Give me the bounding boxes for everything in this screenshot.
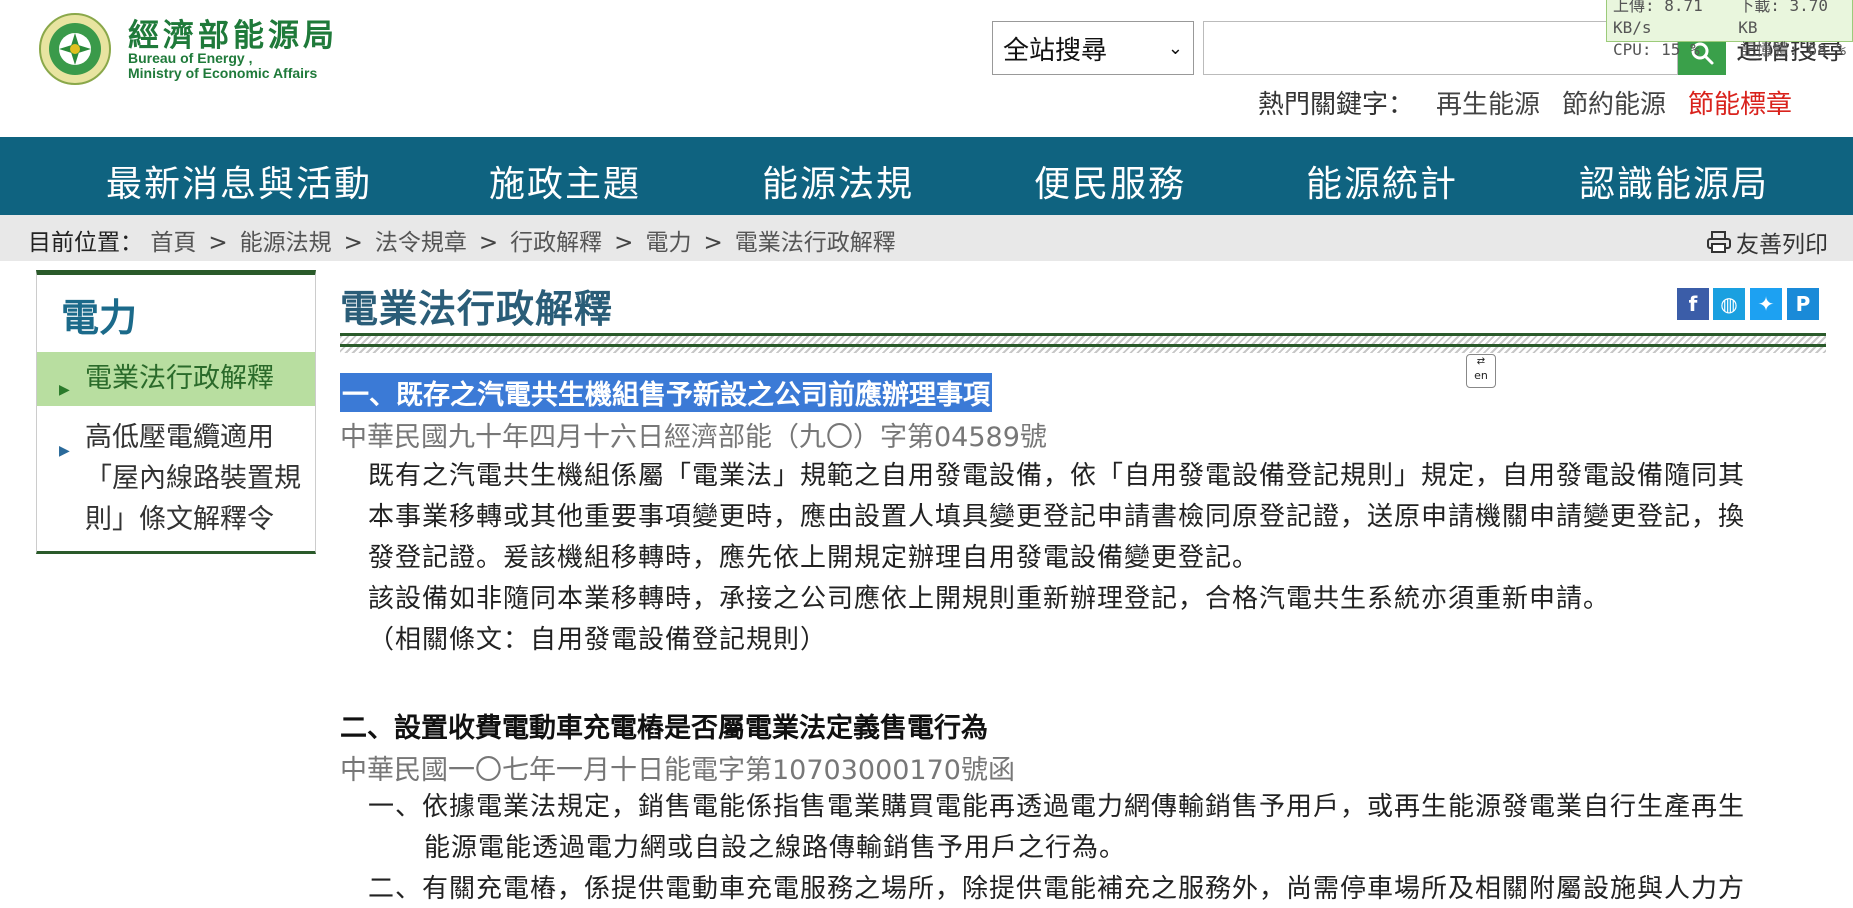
breadcrumb-link[interactable]: 能源法規 bbox=[240, 230, 332, 256]
breadcrumb-separator: > bbox=[343, 230, 363, 256]
nav-item-about[interactable]: 認識能源局 bbox=[1579, 155, 1769, 207]
breadcrumb-separator: > bbox=[703, 230, 723, 256]
section-paragraph-line: 一、依據電業法規定，銷售電能係指售電業購買電能再透過電力網傳輸銷售予用戶，或再生… bbox=[368, 792, 1746, 822]
logo-english-line1: Bureau of Energy , bbox=[128, 50, 253, 66]
page-title: 電業法行政解釋 bbox=[340, 287, 614, 331]
printer-icon bbox=[1707, 231, 1731, 253]
sidebar-item-electricity-act[interactable]: ▶ 電業法行政解釋 bbox=[37, 352, 315, 406]
hot-keyword-link[interactable]: 再生能源 bbox=[1436, 84, 1540, 121]
translate-icon[interactable]: ⇄ en bbox=[1466, 354, 1496, 388]
section-paragraph-line: 能源電能透過電力網或自設之線路傳輸銷售予用戶之行為。 bbox=[424, 833, 1127, 863]
sidebar-title: 電力 bbox=[61, 296, 138, 340]
hot-keyword-link[interactable]: 節約能源 bbox=[1562, 84, 1666, 121]
search-scope-value: 全站搜尋 bbox=[1003, 35, 1108, 66]
search-scope-select[interactable]: 全站搜尋 ⌄ bbox=[992, 21, 1194, 75]
nav-item-statistics[interactable]: 能源統計 bbox=[1306, 155, 1458, 207]
translate-icon-label: en bbox=[1474, 369, 1488, 382]
download-rate: 下載: 3.70 KB bbox=[1738, 0, 1829, 37]
section-paragraph-line: （相關條文：自用發電設備登記規則） bbox=[368, 625, 828, 655]
section-title: 二、設置收費電動車充電樁是否屬電業法定義售電行為 bbox=[340, 713, 988, 744]
line-share-button[interactable]: ◍ bbox=[1713, 288, 1745, 320]
breadcrumb-link-home[interactable]: 首頁 bbox=[150, 230, 196, 256]
facebook-icon: f bbox=[1688, 292, 1698, 316]
section-date: 中華民國一〇七年一月十日能電字第10703000170號函 bbox=[340, 755, 1015, 786]
breadcrumb-separator: > bbox=[208, 230, 228, 256]
main-nav: 最新消息與活動 施政主題 能源法規 便民服務 能源統計 認識能源局 bbox=[0, 137, 1853, 215]
plurk-share-button[interactable]: P bbox=[1787, 288, 1819, 320]
sidebar: 電力 ▶ 電業法行政解釋 ▶ 高低壓電纜適用 「屋內線路裝置規 則」條文解釋令 bbox=[36, 270, 316, 554]
twitter-icon: ✦ bbox=[1757, 292, 1775, 316]
cpu-usage: CPU: 15 % bbox=[1613, 40, 1700, 59]
sidebar-item-label-line: 「屋內線路裝置規 bbox=[85, 463, 301, 494]
breadcrumb-link[interactable]: 電力 bbox=[645, 230, 691, 256]
section-title: 一、既存之汽電共生機組售予新設之公司前應辦理事項 bbox=[340, 373, 992, 412]
nav-item-services[interactable]: 便民服務 bbox=[1034, 155, 1186, 207]
sidebar-item-label-line: 高低壓電纜適用 bbox=[85, 422, 274, 453]
site-header: 經濟部能源局 Bureau of Energy , Ministry of Ec… bbox=[0, 0, 1853, 137]
plurk-icon: P bbox=[1795, 292, 1811, 316]
nav-item-regulations[interactable]: 能源法規 bbox=[762, 155, 914, 207]
facebook-share-button[interactable]: f bbox=[1677, 288, 1709, 320]
breadcrumb-separator: > bbox=[614, 230, 634, 256]
section-paragraph-line: 既有之汽電共生機組係屬「電業法」規範之自用發電設備，依「自用發電設備登記規則」規… bbox=[368, 461, 1746, 491]
hot-keyword-link[interactable]: 節能標章 bbox=[1688, 84, 1792, 121]
sidebar-item-label-line: 則」條文解釋令 bbox=[85, 504, 274, 535]
twitter-share-button[interactable]: ✦ bbox=[1750, 288, 1782, 320]
bureau-logo[interactable] bbox=[34, 12, 116, 86]
sidebar-item-label: 電業法行政解釋 bbox=[85, 363, 274, 394]
breadcrumb-link[interactable]: 法令規章 bbox=[375, 230, 467, 256]
section-paragraph-line: 該設備如非隨同本業移轉時，承接之公司應依上開規則重新辦理登記，合格汽電共生系統亦… bbox=[368, 584, 1611, 614]
breadcrumb-label: 目前位置： bbox=[28, 230, 143, 256]
nav-item-news[interactable]: 最新消息與活動 bbox=[106, 155, 372, 207]
breadcrumb-bar: 目前位置： 首頁 > 能源法規 > 法令規章 > 行政解釋 > 電力 > 電業法行政解釋 友善列印 bbox=[0, 215, 1853, 261]
section-paragraph-line: 發登記證。爰該機組移轉時，應先依上開規定辦理自用發電設備變更登記。 bbox=[368, 543, 1260, 573]
nav-item-policy[interactable]: 施政主題 bbox=[489, 155, 641, 207]
hot-keywords: 熱門關鍵字： 再生能源 節約能源 節能標章 bbox=[1258, 84, 1792, 121]
print-label: 友善列印 bbox=[1736, 232, 1828, 258]
triangle-right-icon: ▶ bbox=[59, 443, 70, 459]
sidebar-item-cable-rules[interactable]: ▶ 高低壓電纜適用 「屋內線路裝置規 則」條文解釋令 bbox=[37, 417, 315, 540]
section-paragraph-line: 二、有關充電樁，係提供電動車充電服務之場所，除提供電能補充之服務外，尚需停車場所… bbox=[368, 874, 1746, 904]
logo-title[interactable]: 經濟部能源局 bbox=[128, 10, 338, 55]
network-monitor-widget: 上傳: 8.71 KB/s 下載: 3.70 KB CPU: 15 % 記憶體:… bbox=[1606, 0, 1853, 59]
breadcrumb-link[interactable]: 行政解釋 bbox=[510, 230, 602, 256]
logo-english-line2: Ministry of Economic Affairs bbox=[128, 65, 318, 81]
print-button[interactable]: 友善列印 bbox=[1706, 225, 1828, 259]
chevron-down-icon: ⌄ bbox=[1167, 37, 1183, 59]
title-divider bbox=[340, 333, 1826, 353]
section-date: 中華民國九十年四月十六日經濟部能（九〇）字第04589號 bbox=[340, 422, 1047, 453]
section-paragraph-line: 本事業移轉或其他重要事項變更時，應由設置人填具變更登記申請書檢同原登記證，送原申… bbox=[368, 502, 1746, 532]
memory-usage: 記憶體: 68 % bbox=[1740, 40, 1846, 59]
breadcrumb: 目前位置： 首頁 > 能源法規 > 法令規章 > 行政解釋 > 電力 > 電業法行政解釋 bbox=[28, 223, 896, 257]
breadcrumb-current[interactable]: 電業法行政解釋 bbox=[735, 230, 896, 256]
breadcrumb-separator: > bbox=[478, 230, 499, 256]
hot-keywords-label: 熱門關鍵字： bbox=[1258, 90, 1415, 120]
line-icon: ◍ bbox=[1720, 292, 1738, 316]
triangle-right-icon: ▶ bbox=[59, 382, 70, 398]
upload-rate: 上傳: 8.71 KB/s bbox=[1613, 0, 1703, 37]
